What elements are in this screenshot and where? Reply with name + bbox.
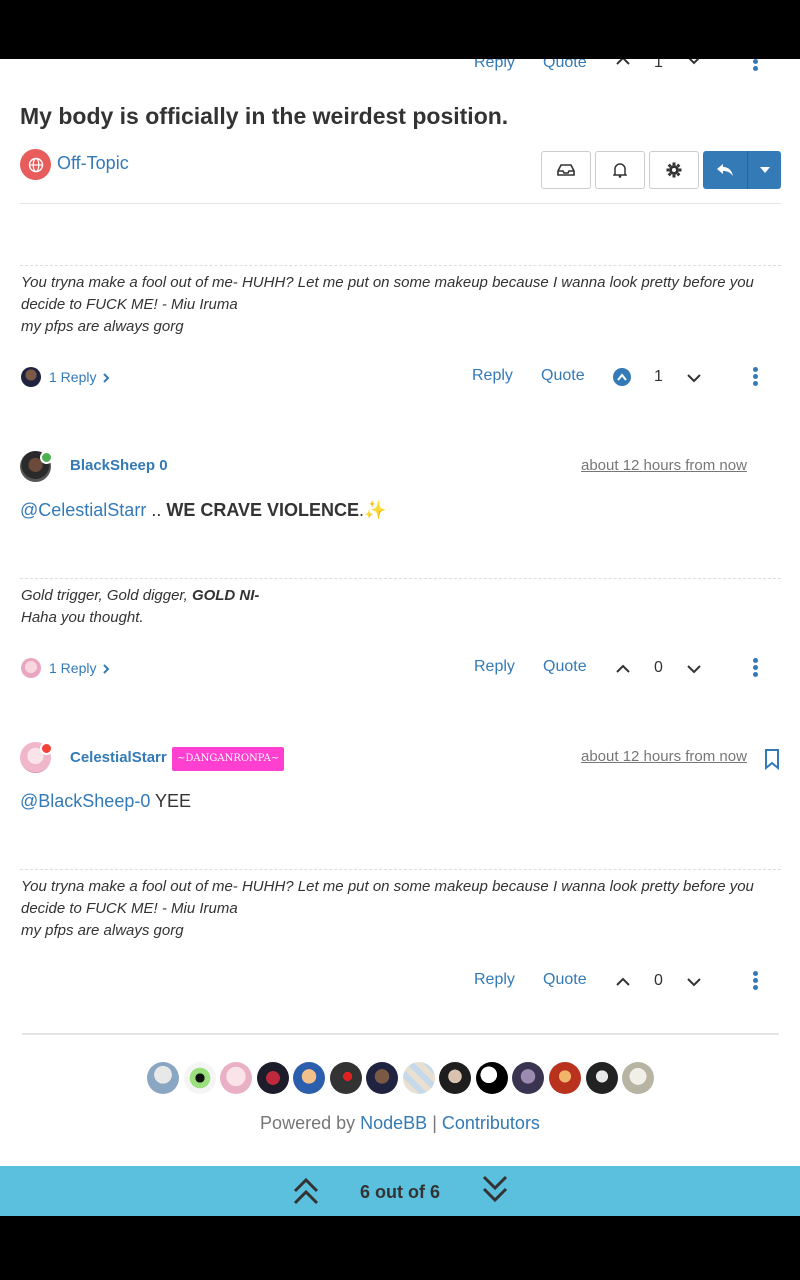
- user-avatar[interactable]: [184, 1062, 216, 1094]
- signature-divider: [20, 578, 781, 579]
- mention-link[interactable]: @CelestialStarr: [20, 500, 146, 520]
- post-menu-icon[interactable]: [753, 59, 759, 73]
- post1-signature: You tryna make a fool out of me- HUHH? L…: [21, 274, 754, 335]
- post3-vote-count: 0: [654, 972, 663, 989]
- post-menu-icon[interactable]: [753, 971, 759, 992]
- bell-icon: [613, 163, 627, 178]
- bookmark-icon[interactable]: [764, 748, 780, 770]
- watch-button[interactable]: [595, 151, 645, 189]
- prev-reply-button[interactable]: Reply: [474, 59, 515, 72]
- post2-timestamp[interactable]: about 12 hours from now: [581, 457, 747, 474]
- nodebb-link[interactable]: NodeBB: [360, 1113, 427, 1133]
- powered-by-line: Powered by NodeBB | Contributors: [260, 1113, 540, 1133]
- downvote-icon[interactable]: [686, 59, 702, 66]
- post1-quote-button[interactable]: Quote: [541, 367, 585, 385]
- post1-reply-button[interactable]: Reply: [472, 367, 513, 385]
- downvote-icon[interactable]: [686, 663, 702, 675]
- post-menu-icon[interactable]: [753, 367, 759, 388]
- user-avatar[interactable]: [147, 1062, 179, 1094]
- upvoted-icon[interactable]: [613, 368, 631, 386]
- caret-down-icon: [759, 167, 770, 173]
- topic-title: My body is officially in the weirdest po…: [20, 103, 509, 129]
- category-link[interactable]: Off-Topic: [57, 153, 129, 174]
- post3-quote-button[interactable]: Quote: [543, 971, 587, 989]
- chevron-right-icon: [103, 664, 110, 674]
- post2-vote-count: 0: [654, 659, 663, 676]
- sparkles-icon: ✨: [364, 500, 387, 520]
- pagination-bar: 6 out of 6: [0, 1166, 800, 1216]
- gear-icon: [666, 162, 682, 178]
- chevron-right-icon: [103, 373, 110, 383]
- user-avatar[interactable]: [439, 1062, 471, 1094]
- post2-quote-button[interactable]: Quote: [543, 658, 587, 676]
- user-avatar[interactable]: [257, 1062, 289, 1094]
- downvote-icon[interactable]: [686, 976, 702, 988]
- post3-signature: You tryna make a fool out of me- HUHH? L…: [21, 878, 754, 939]
- user-avatar[interactable]: [586, 1062, 618, 1094]
- signature-divider: [20, 265, 781, 266]
- post2-author[interactable]: BlackSheep 0: [70, 457, 168, 474]
- post2-replies-link[interactable]: 1 Reply: [49, 660, 96, 676]
- post3-content: @BlackSheep-0 YEE: [20, 791, 192, 811]
- upvote-icon[interactable]: [615, 59, 631, 66]
- post3-timestamp[interactable]: about 12 hours from now: [581, 748, 747, 765]
- inbox-icon: [557, 164, 575, 176]
- signature-divider: [20, 869, 781, 870]
- online-status-icon: [40, 451, 53, 464]
- post2-signature: Gold trigger, Gold digger, GOLD NI- Haha…: [21, 587, 260, 626]
- post2-reply-button[interactable]: Reply: [474, 658, 515, 676]
- post1-vote-count: 1: [654, 368, 663, 385]
- user-avatar[interactable]: [366, 1062, 398, 1094]
- user-avatar[interactable]: [220, 1062, 252, 1094]
- pagination-label: 6 out of 6: [360, 1182, 440, 1202]
- user-avatar[interactable]: [330, 1062, 362, 1094]
- user-avatar[interactable]: [293, 1062, 325, 1094]
- header-divider: [20, 203, 781, 204]
- busy-status-icon: [40, 742, 53, 755]
- post3-author[interactable]: CelestialStarr: [70, 749, 167, 766]
- post1-replies-link[interactable]: 1 Reply: [49, 369, 96, 385]
- page-content: Reply Quote 1 My body is officially in t…: [0, 59, 800, 1166]
- downvote-icon[interactable]: [686, 372, 702, 384]
- reply-options-toggle[interactable]: [748, 151, 781, 189]
- category-icon: [20, 149, 51, 180]
- reply-icon: [717, 164, 733, 176]
- replier-avatar[interactable]: [21, 367, 41, 387]
- user-avatar[interactable]: [622, 1062, 654, 1094]
- prev-vote-count: 1: [654, 59, 663, 71]
- prev-quote-button[interactable]: Quote: [543, 59, 587, 72]
- group-badge[interactable]: ~DANGANRONPA~: [172, 747, 285, 771]
- user-avatar[interactable]: [512, 1062, 544, 1094]
- topic-tools-button[interactable]: [649, 151, 699, 189]
- unread-button[interactable]: [541, 151, 591, 189]
- user-avatar[interactable]: [549, 1062, 581, 1094]
- mention-link[interactable]: @BlackSheep-0: [20, 791, 150, 811]
- contributors-link[interactable]: Contributors: [442, 1113, 540, 1133]
- user-avatar[interactable]: [403, 1062, 435, 1094]
- replier-avatar[interactable]: [21, 658, 41, 678]
- post2-content: @CelestialStarr .. WE CRAVE VIOLENCE.✨: [20, 500, 387, 520]
- topic-reply-button[interactable]: [703, 151, 747, 189]
- footer-divider: [22, 1033, 779, 1035]
- last-page-icon[interactable]: [481, 1174, 509, 1204]
- post-menu-icon[interactable]: [753, 658, 759, 679]
- post3-reply-button[interactable]: Reply: [474, 971, 515, 989]
- upvote-icon[interactable]: [615, 975, 631, 987]
- user-avatar[interactable]: [476, 1062, 508, 1094]
- upvote-icon[interactable]: [615, 662, 631, 674]
- reply-dropdown-group: [703, 151, 781, 189]
